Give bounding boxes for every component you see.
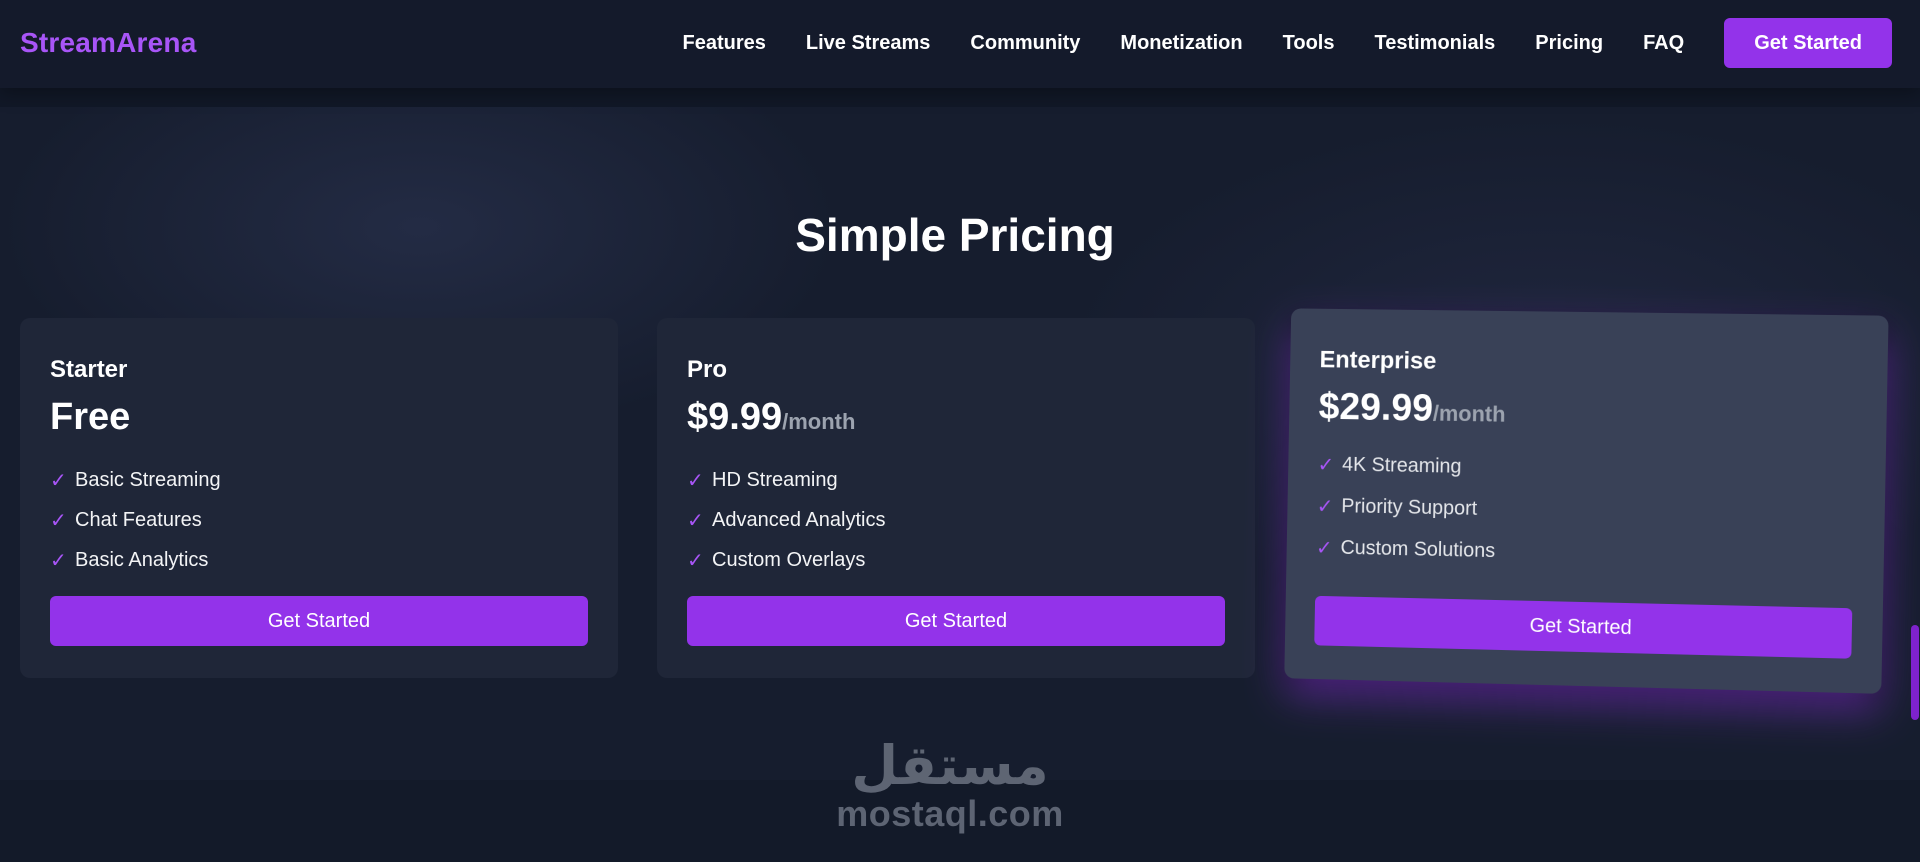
plan-name: Pro <box>687 356 728 383</box>
plan-feature: ✓ 4K Streaming <box>1317 443 1497 488</box>
watermark-latin-text: mostaql.com <box>836 793 1064 834</box>
plan-feature: ✓ Custom Solutions <box>1316 527 1496 573</box>
plan-feature: ✓ Basic Streaming <box>50 460 221 500</box>
pricing-section: Simple Pricing Starter Free ✓ Basic Strea… <box>0 107 1920 780</box>
plan-feature-label: Basic Streaming <box>75 468 221 491</box>
nav-link-pricing[interactable]: Pricing <box>1535 32 1603 55</box>
nav-link-features[interactable]: Features <box>683 32 766 55</box>
enterprise-get-started-button[interactable]: Get Started <box>1314 595 1853 659</box>
plan-feature-label: Custom Overlays <box>712 548 866 571</box>
plan-feature-label: 4K Streaming <box>1341 453 1462 478</box>
plan-feature: ✓ HD Streaming <box>687 460 885 500</box>
plan-feature-label: Basic Analytics <box>75 548 209 571</box>
plan-feature-list: ✓ 4K Streaming ✓ Priority Support ✓ Custom … <box>1316 443 1497 572</box>
plan-feature-label: Priority Support <box>1341 494 1478 520</box>
watermark-logo: مستقل mostaql.com <box>820 738 1080 834</box>
plan-feature: ✓ Basic Analytics <box>50 540 221 580</box>
plan-price: $9.99/month <box>687 396 855 439</box>
checkmark-icon: ✓ <box>687 509 704 532</box>
plan-feature-label: Custom Solutions <box>1340 536 1496 562</box>
main-nav: Features Live Streams Community Monetiza… <box>683 18 1892 68</box>
nav-link-testimonials[interactable]: Testimonials <box>1374 32 1495 55</box>
page-scrollbar[interactable] <box>1910 0 1920 862</box>
checkmark-icon: ✓ <box>50 469 67 492</box>
pro-get-started-button[interactable]: Get Started <box>687 596 1225 646</box>
nav-link-tools[interactable]: Tools <box>1283 32 1335 55</box>
plan-feature-label: HD Streaming <box>712 468 838 491</box>
checkmark-icon: ✓ <box>1317 453 1335 476</box>
scrollbar-thumb[interactable] <box>1911 625 1919 720</box>
top-navbar: StreamArena Features Live Streams Commun… <box>0 0 1920 88</box>
nav-link-live-streams[interactable]: Live Streams <box>806 32 931 55</box>
nav-link-faq[interactable]: FAQ <box>1643 32 1684 55</box>
nav-link-community[interactable]: Community <box>970 32 1080 55</box>
plan-feature: ✓ Chat Features <box>50 500 221 540</box>
plan-price: $29.99/month <box>1318 386 1506 432</box>
plan-name: Starter <box>50 356 128 383</box>
plan-feature: ✓ Advanced Analytics <box>687 500 885 540</box>
plan-price: Free <box>50 396 130 439</box>
brand-logo[interactable]: StreamArena <box>20 27 197 59</box>
plan-price-amount: $9.99 <box>687 396 783 438</box>
plan-feature-label: Chat Features <box>75 508 202 531</box>
checkmark-icon: ✓ <box>1316 495 1334 518</box>
plan-price-amount: Free <box>50 396 131 438</box>
plan-feature-label: Advanced Analytics <box>712 508 886 531</box>
checkmark-icon: ✓ <box>50 509 67 532</box>
plan-card-enterprise: Enterprise $29.99/month ✓ 4K Streaming ✓ P… <box>1284 308 1889 694</box>
plan-price-period: /month <box>782 409 856 434</box>
checkmark-icon: ✓ <box>50 549 67 572</box>
plan-price-period: /month <box>1432 400 1506 427</box>
checkmark-icon: ✓ <box>687 469 704 492</box>
plan-feature: ✓ Custom Overlays <box>687 540 885 580</box>
plan-feature-list: ✓ Basic Streaming ✓ Chat Features ✓ Basic A… <box>50 460 221 580</box>
get-started-nav-button[interactable]: Get Started <box>1724 18 1892 68</box>
plan-card-starter: Starter Free ✓ Basic Streaming ✓ Chat Feat… <box>20 318 618 678</box>
checkmark-icon: ✓ <box>687 549 704 572</box>
nav-link-monetization[interactable]: Monetization <box>1120 32 1242 55</box>
pricing-title: Simple Pricing <box>795 209 1115 261</box>
plan-card-pro: Pro $9.99/month ✓ HD Streaming ✓ Advanced … <box>657 318 1255 678</box>
plan-price-amount: $29.99 <box>1318 385 1434 430</box>
plan-feature-list: ✓ HD Streaming ✓ Advanced Analytics ✓ Custo… <box>687 460 885 580</box>
plan-feature: ✓ Priority Support <box>1316 485 1496 530</box>
starter-get-started-button[interactable]: Get Started <box>50 596 588 646</box>
checkmark-icon: ✓ <box>1315 536 1333 560</box>
watermark-arabic-text: مستقل <box>851 734 1049 797</box>
plan-name: Enterprise <box>1319 346 1437 375</box>
